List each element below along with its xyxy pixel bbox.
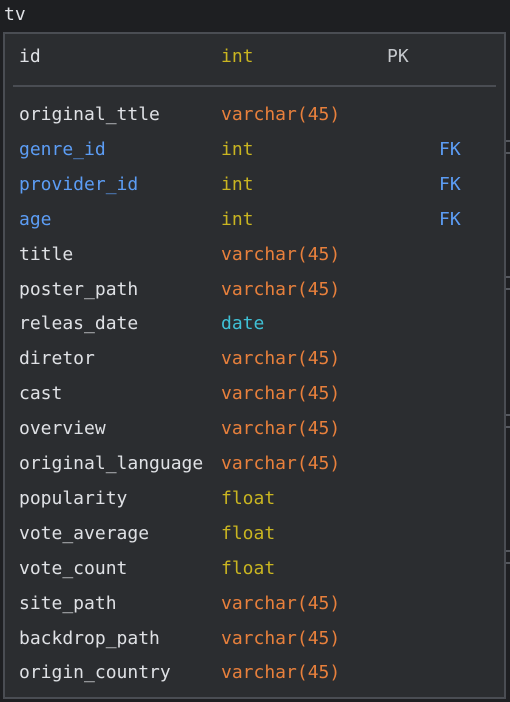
column-row[interactable]: age int FK	[5, 202, 504, 237]
column-name: vote_count	[19, 557, 128, 579]
primary-key-badge: PK	[387, 46, 409, 67]
column-name: site_path	[19, 592, 117, 614]
table-title: tv	[4, 4, 26, 25]
column-type: int	[221, 138, 254, 160]
column-name: releas_date	[19, 313, 139, 335]
primary-key-row[interactable]: id int PK	[5, 39, 504, 74]
column-type: varchar(45)	[221, 348, 341, 370]
column-row[interactable]: overview varchar(45)	[5, 411, 504, 446]
column-name: backdrop_path	[19, 627, 160, 649]
column-type: varchar(45)	[221, 383, 341, 405]
column-type: int	[221, 208, 254, 230]
column-type: float	[221, 522, 276, 544]
column-type: int	[221, 46, 254, 67]
column-type: varchar(45)	[221, 418, 341, 440]
column-row[interactable]: origin_country varchar(45)	[5, 655, 504, 690]
column-row[interactable]: vote_count float	[5, 551, 504, 586]
column-row[interactable]: original_language varchar(45)	[5, 446, 504, 481]
column-row[interactable]: original_ttle varchar(45)	[5, 97, 504, 132]
column-type: varchar(45)	[221, 278, 341, 300]
column-type: varchar(45)	[221, 453, 341, 474]
foreign-key-badge: FK	[439, 208, 461, 230]
column-type: date	[221, 313, 265, 335]
column-name: origin_country	[19, 662, 171, 684]
column-row[interactable]: backdrop_path varchar(45)	[5, 621, 504, 656]
column-type: int	[221, 173, 254, 195]
column-name: diretor	[19, 348, 95, 370]
header-divider	[13, 85, 496, 87]
column-name: title	[19, 243, 74, 265]
column-row[interactable]: provider_id int FK	[5, 167, 504, 202]
column-row[interactable]: poster_path varchar(45)	[5, 272, 504, 307]
column-type: float	[221, 487, 276, 509]
foreign-key-badge: FK	[439, 173, 461, 195]
column-name: provider_id	[19, 173, 139, 195]
column-name: popularity	[19, 487, 128, 509]
scroll-marks	[506, 0, 510, 702]
column-name: genre_id	[19, 138, 106, 160]
column-type: varchar(45)	[221, 592, 341, 614]
column-type: varchar(45)	[221, 662, 341, 684]
column-type: varchar(45)	[221, 104, 341, 125]
column-row[interactable]: popularity float	[5, 481, 504, 516]
column-type: varchar(45)	[221, 627, 341, 649]
column-row[interactable]: diretor varchar(45)	[5, 341, 504, 376]
column-name: original_ttle	[19, 104, 160, 125]
column-name: original_language	[19, 453, 204, 474]
column-type: varchar(45)	[221, 243, 341, 265]
column-row[interactable]: genre_id int FK	[5, 132, 504, 167]
entity-table-tv[interactable]: id int PK original_ttle varchar(45) genre_…	[3, 32, 506, 699]
column-row[interactable]: releas_date date	[5, 306, 504, 341]
column-name: overview	[19, 418, 106, 440]
column-name: vote_average	[19, 522, 150, 544]
column-name: poster_path	[19, 278, 139, 300]
column-row[interactable]: title varchar(45)	[5, 237, 504, 272]
column-row[interactable]: cast varchar(45)	[5, 376, 504, 411]
column-row[interactable]: site_path varchar(45)	[5, 586, 504, 621]
column-name: id	[19, 46, 41, 67]
foreign-key-badge: FK	[439, 138, 461, 160]
column-row[interactable]: vote_average float	[5, 516, 504, 551]
column-name: cast	[19, 383, 63, 405]
column-name: age	[19, 208, 52, 230]
column-type: float	[221, 557, 276, 579]
